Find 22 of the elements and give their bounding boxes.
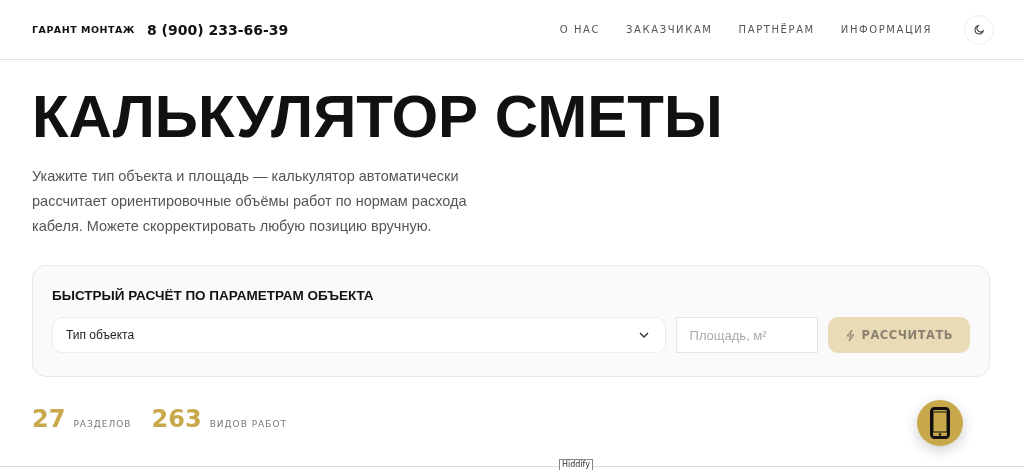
smartphone-icon <box>930 407 950 439</box>
nav-link[interactable]: ЗАКАЗЧИКАМ <box>626 24 713 35</box>
nav-link[interactable]: О НАС <box>559 24 601 35</box>
nav-link[interactable]: ИНФОРМАЦИЯ <box>840 24 932 35</box>
theme-toggle-button[interactable] <box>964 14 994 45</box>
description: Укажите тип объекта и площадь — калькулятор автоматически рассчитает ориентировочные объёмы работ по нормам расхода кабеля. Можете скорректировать любую позицию вручную. <box>32 167 468 236</box>
moon-icon <box>973 24 985 35</box>
brand-name[interactable]: ГАРАНТ МОНТАЖ <box>32 24 135 35</box>
lightning-icon <box>844 328 856 342</box>
stat-number: 263 <box>151 405 202 433</box>
phone-call-button[interactable] <box>917 400 963 446</box>
stat-label: РАЗДЕЛОВ <box>73 419 132 429</box>
object-type-select[interactable]: Тип объекта <box>52 317 666 353</box>
stat-number: 27 <box>32 405 66 433</box>
tooltip: Hiddify <box>559 459 594 470</box>
card-heading: БЫСТРЫЙ РАСЧЁТ ПО ПАРАМЕТРАМ ОБЪЕКТА <box>52 288 375 303</box>
nav-link[interactable]: ПАРТНЁРАМ <box>738 24 815 35</box>
stat-label: ВИДОВ РАБОТ <box>209 419 288 429</box>
chevron-down-icon <box>638 332 649 338</box>
phone-number[interactable]: 8 (900) 233-66-39 <box>146 21 289 38</box>
area-field[interactable]: Площадь, м² <box>675 317 818 353</box>
page-title: КАЛЬКУЛЯТОР СМЕТЫ <box>32 84 724 150</box>
